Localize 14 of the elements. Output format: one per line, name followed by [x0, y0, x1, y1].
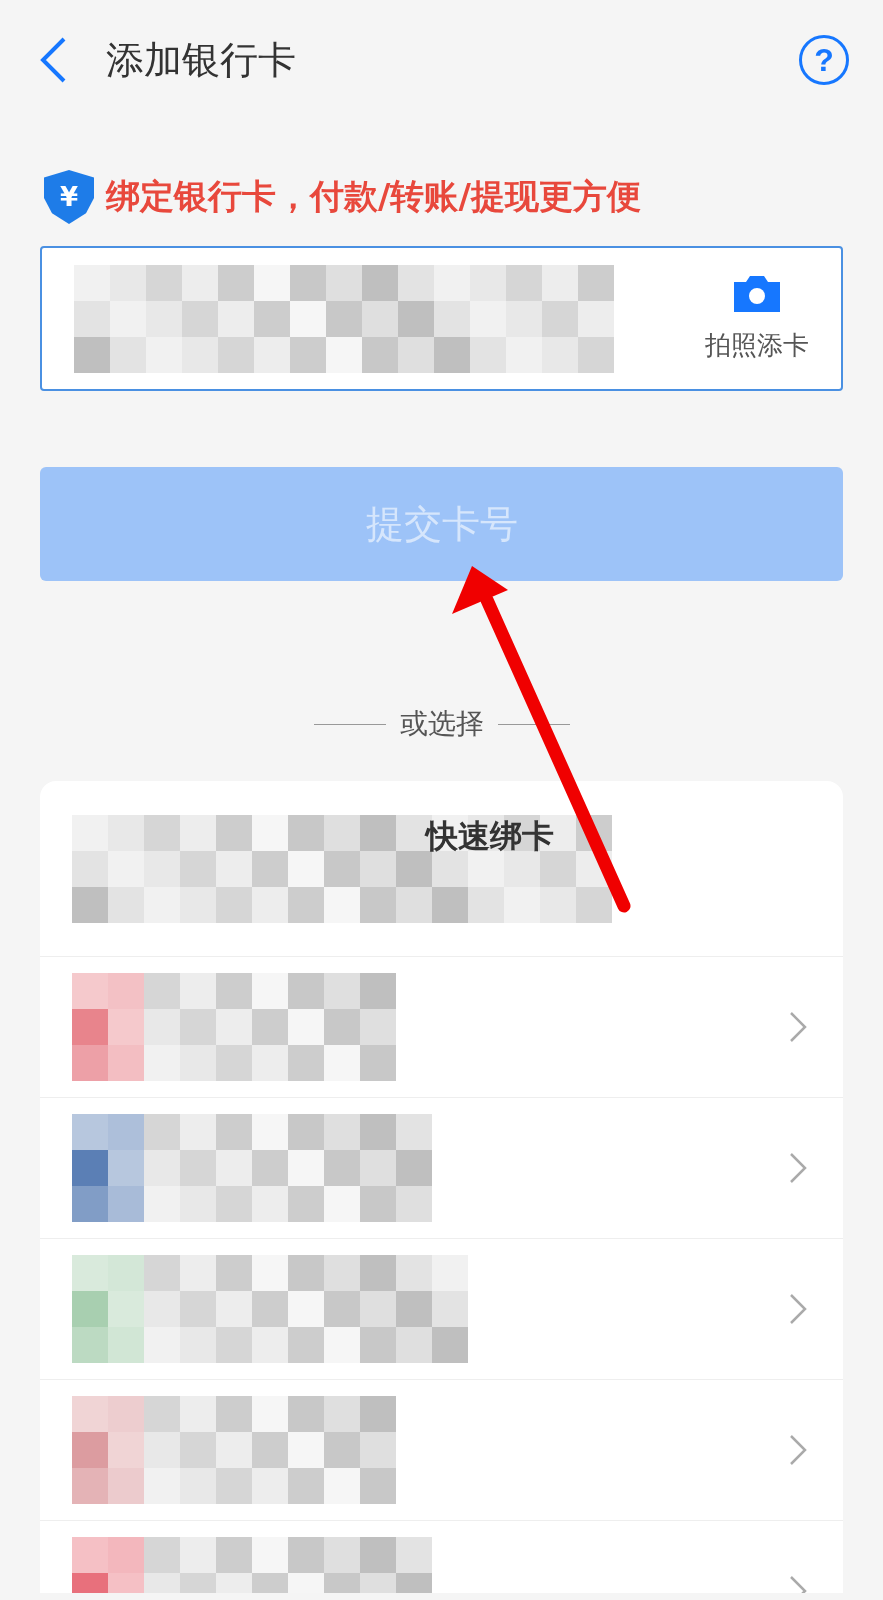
camera-icon[interactable] — [732, 274, 782, 314]
chevron-right-icon — [789, 1434, 807, 1466]
card-number-field[interactable]: 拍照添卡 — [40, 246, 843, 391]
notice-text: 绑定银行卡，付款/转账/提现更方便 — [106, 175, 641, 218]
page-title: 添加银行卡 — [106, 36, 297, 84]
shield-icon: ¥ — [44, 170, 94, 224]
chevron-right-icon — [789, 1011, 807, 1043]
chevron-right-icon — [789, 1152, 807, 1184]
help-icon[interactable]: ? — [799, 35, 849, 85]
divider-label: 或选择 — [399, 706, 484, 742]
scan-card-label[interactable]: 拍照添卡 — [705, 328, 809, 363]
back-icon[interactable] — [38, 36, 68, 84]
chevron-right-icon — [789, 1293, 807, 1325]
quick-bind-label[interactable]: 快速绑卡 — [426, 815, 554, 859]
